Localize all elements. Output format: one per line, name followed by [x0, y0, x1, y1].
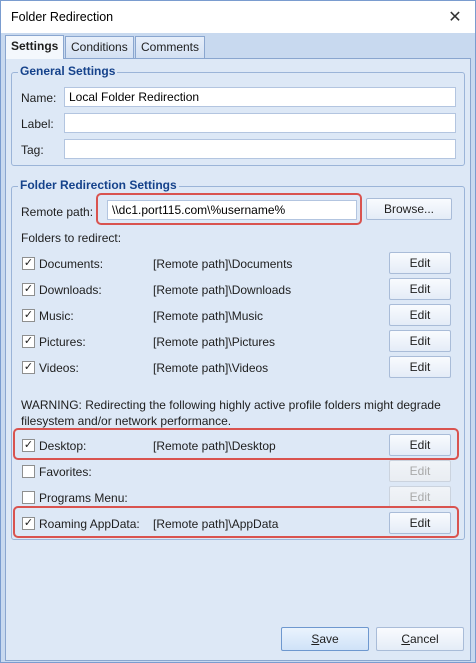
downloads-checkbox[interactable]: ✓ [22, 283, 35, 296]
warning-line-2: filesystem and/or network performance. [21, 414, 232, 428]
tab-comments[interactable]: Comments [135, 36, 206, 58]
videos-path: [Remote path]\Videos [153, 361, 269, 375]
documents-path: [Remote path]\Documents [153, 257, 293, 271]
programs-menu-checkbox[interactable] [22, 491, 35, 504]
roaming-appdata-checkbox[interactable]: ✓ [22, 517, 35, 530]
pictures-path: [Remote path]\Pictures [153, 335, 276, 349]
programs-menu-edit-button: Edit [389, 486, 451, 508]
music-edit-button[interactable]: Edit [389, 304, 451, 326]
performance-warning: WARNING: Redirecting the following highl… [21, 397, 461, 429]
documents-checkbox[interactable]: ✓ [22, 257, 35, 270]
roaming-appdata-label: Roaming AppData: [39, 517, 140, 531]
name-label: Name: [21, 91, 57, 105]
videos-edit-button[interactable]: Edit [389, 356, 451, 378]
favorites-edit-button: Edit [389, 460, 451, 482]
general-settings-title: General Settings [18, 64, 118, 78]
save-label-rest: ave [319, 632, 339, 646]
tag-label: Tag: [21, 143, 44, 157]
general-settings-group: General Settings Name: Local Folder Redi… [11, 64, 465, 166]
cancel-button[interactable]: Cancel [376, 627, 464, 651]
roaming-appdata-edit-button[interactable]: Edit [389, 512, 451, 534]
remote-path-field[interactable]: \\dc1.port115.com\%username% [107, 200, 357, 220]
label-field[interactable] [64, 113, 456, 133]
remote-path-label: Remote path: [21, 205, 94, 219]
desktop-checkbox[interactable]: ✓ [22, 439, 35, 452]
pictures-label: Pictures: [39, 335, 86, 349]
folders-to-redirect-label: Folders to redirect: [21, 231, 122, 245]
close-icon[interactable]: ✕ [435, 1, 475, 33]
videos-checkbox[interactable]: ✓ [22, 361, 35, 374]
tab-settings[interactable]: Settings [5, 35, 65, 59]
downloads-path: [Remote path]\Downloads [153, 283, 292, 297]
desktop-label: Desktop: [39, 439, 87, 453]
title-bar: Folder Redirection ✕ [1, 1, 475, 33]
pictures-checkbox[interactable]: ✓ [22, 335, 35, 348]
music-label: Music: [39, 309, 74, 323]
cancel-label-rest: ancel [409, 632, 439, 646]
documents-edit-button[interactable]: Edit [389, 252, 451, 274]
cancel-accelerator: C [401, 632, 410, 646]
tab-conditions[interactable]: Conditions [65, 36, 134, 58]
desktop-path: [Remote path]\Desktop [153, 439, 276, 453]
warning-line-1: WARNING: Redirecting the following highl… [21, 398, 441, 412]
documents-label: Documents: [39, 257, 104, 271]
music-checkbox[interactable]: ✓ [22, 309, 35, 322]
browse-button[interactable]: Browse... [366, 198, 452, 220]
pictures-edit-button[interactable]: Edit [389, 330, 451, 352]
name-field[interactable]: Local Folder Redirection [64, 87, 456, 107]
downloads-label: Downloads: [39, 283, 102, 297]
folder-redirection-title: Folder Redirection Settings [18, 178, 179, 192]
videos-label: Videos: [39, 361, 79, 375]
label-label: Label: [21, 117, 54, 131]
downloads-edit-button[interactable]: Edit [389, 278, 451, 300]
settings-panel: General Settings Name: Local Folder Redi… [5, 58, 471, 661]
folder-redirection-dialog: Folder Redirection ✕ Settings Conditions… [0, 0, 476, 663]
save-button[interactable]: Save [281, 627, 369, 651]
tag-field[interactable] [64, 139, 456, 159]
favorites-label: Favorites: [39, 465, 92, 479]
desktop-edit-button[interactable]: Edit [389, 434, 451, 456]
music-path: [Remote path]\Music [153, 309, 264, 323]
programs-menu-label: Programs Menu: [39, 491, 128, 505]
folder-redirection-group: Folder Redirection Settings Remote path:… [11, 178, 465, 540]
roaming-appdata-path: [Remote path]\AppData [153, 517, 279, 531]
favorites-checkbox[interactable] [22, 465, 35, 478]
window-title: Folder Redirection [11, 10, 114, 24]
